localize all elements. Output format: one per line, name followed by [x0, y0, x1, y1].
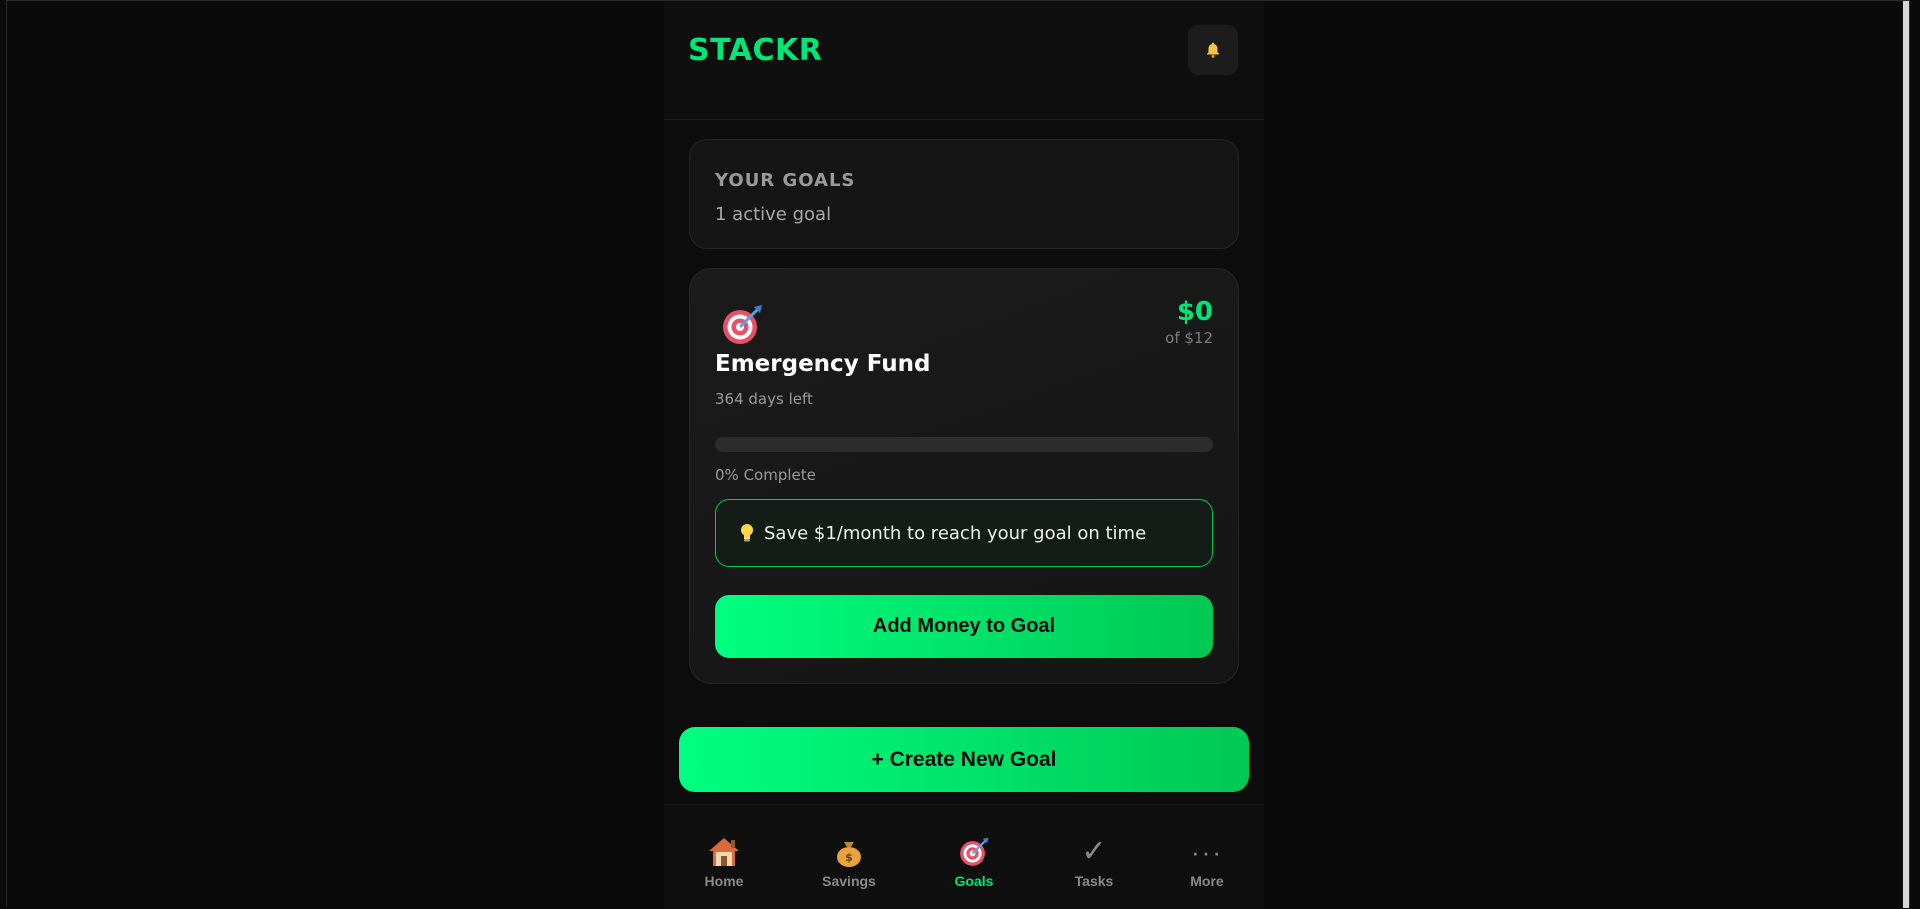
money-bag-icon: $	[837, 842, 861, 867]
goal-target-amount: of $12	[1165, 329, 1213, 347]
goal-saved-amount: $0	[1176, 297, 1213, 327]
lightbulb-icon	[741, 524, 753, 542]
goal-days-left: 364 days left	[715, 390, 813, 408]
nav-item-home[interactable]: Home	[679, 805, 769, 909]
home-icon	[709, 838, 739, 866]
summary-title: YOUR GOALS	[715, 170, 856, 191]
goal-card[interactable]: $0 of $12 Emergency Fund 364 days left 0…	[689, 268, 1239, 684]
checkmark-icon: ✓	[1081, 835, 1107, 868]
add-money-button[interactable]: Add Money to Goal	[715, 595, 1213, 658]
nav-item-tasks[interactable]: ✓ Tasks	[1049, 805, 1139, 909]
svg-text:$: $	[845, 851, 853, 864]
nav-label-savings: Savings	[822, 873, 876, 889]
browser-viewport: STACKR YOUR GOALS 1 active goal $0 of $1…	[6, 0, 1910, 909]
nav-label-home: Home	[704, 873, 744, 889]
goal-name: Emergency Fund	[715, 351, 931, 377]
savings-tip: Save $1/month to reach your goal on time	[715, 499, 1213, 567]
scrollbar[interactable]	[1903, 1, 1909, 908]
target-icon	[960, 837, 989, 866]
bell-icon	[1207, 42, 1219, 58]
bottom-nav: Home $ Savings Goals ✓ Tasks ··· More	[664, 804, 1264, 909]
app-container: STACKR YOUR GOALS 1 active goal $0 of $1…	[664, 1, 1264, 909]
goal-progress-label: 0% Complete	[715, 466, 816, 484]
nav-item-savings[interactable]: $ Savings	[804, 805, 894, 909]
app-logo: STACKR	[688, 33, 823, 68]
app-header: STACKR	[664, 1, 1264, 120]
active-goal-count: 1 active goal	[715, 204, 832, 225]
nav-item-goals[interactable]: Goals	[929, 805, 1019, 909]
nav-label-more: More	[1190, 873, 1224, 889]
goals-summary-card: YOUR GOALS 1 active goal	[689, 139, 1239, 249]
nav-label-goals: Goals	[954, 873, 994, 889]
savings-tip-text: Save $1/month to reach your goal on time	[764, 522, 1147, 544]
target-icon	[723, 305, 762, 344]
nav-label-tasks: Tasks	[1074, 873, 1114, 889]
nav-item-more[interactable]: ··· More	[1162, 805, 1252, 909]
notifications-button[interactable]	[1188, 25, 1238, 75]
create-goal-button[interactable]: + Create New Goal	[679, 727, 1249, 792]
goal-progress-bar	[715, 437, 1213, 452]
more-dots-icon: ···	[1191, 837, 1223, 867]
